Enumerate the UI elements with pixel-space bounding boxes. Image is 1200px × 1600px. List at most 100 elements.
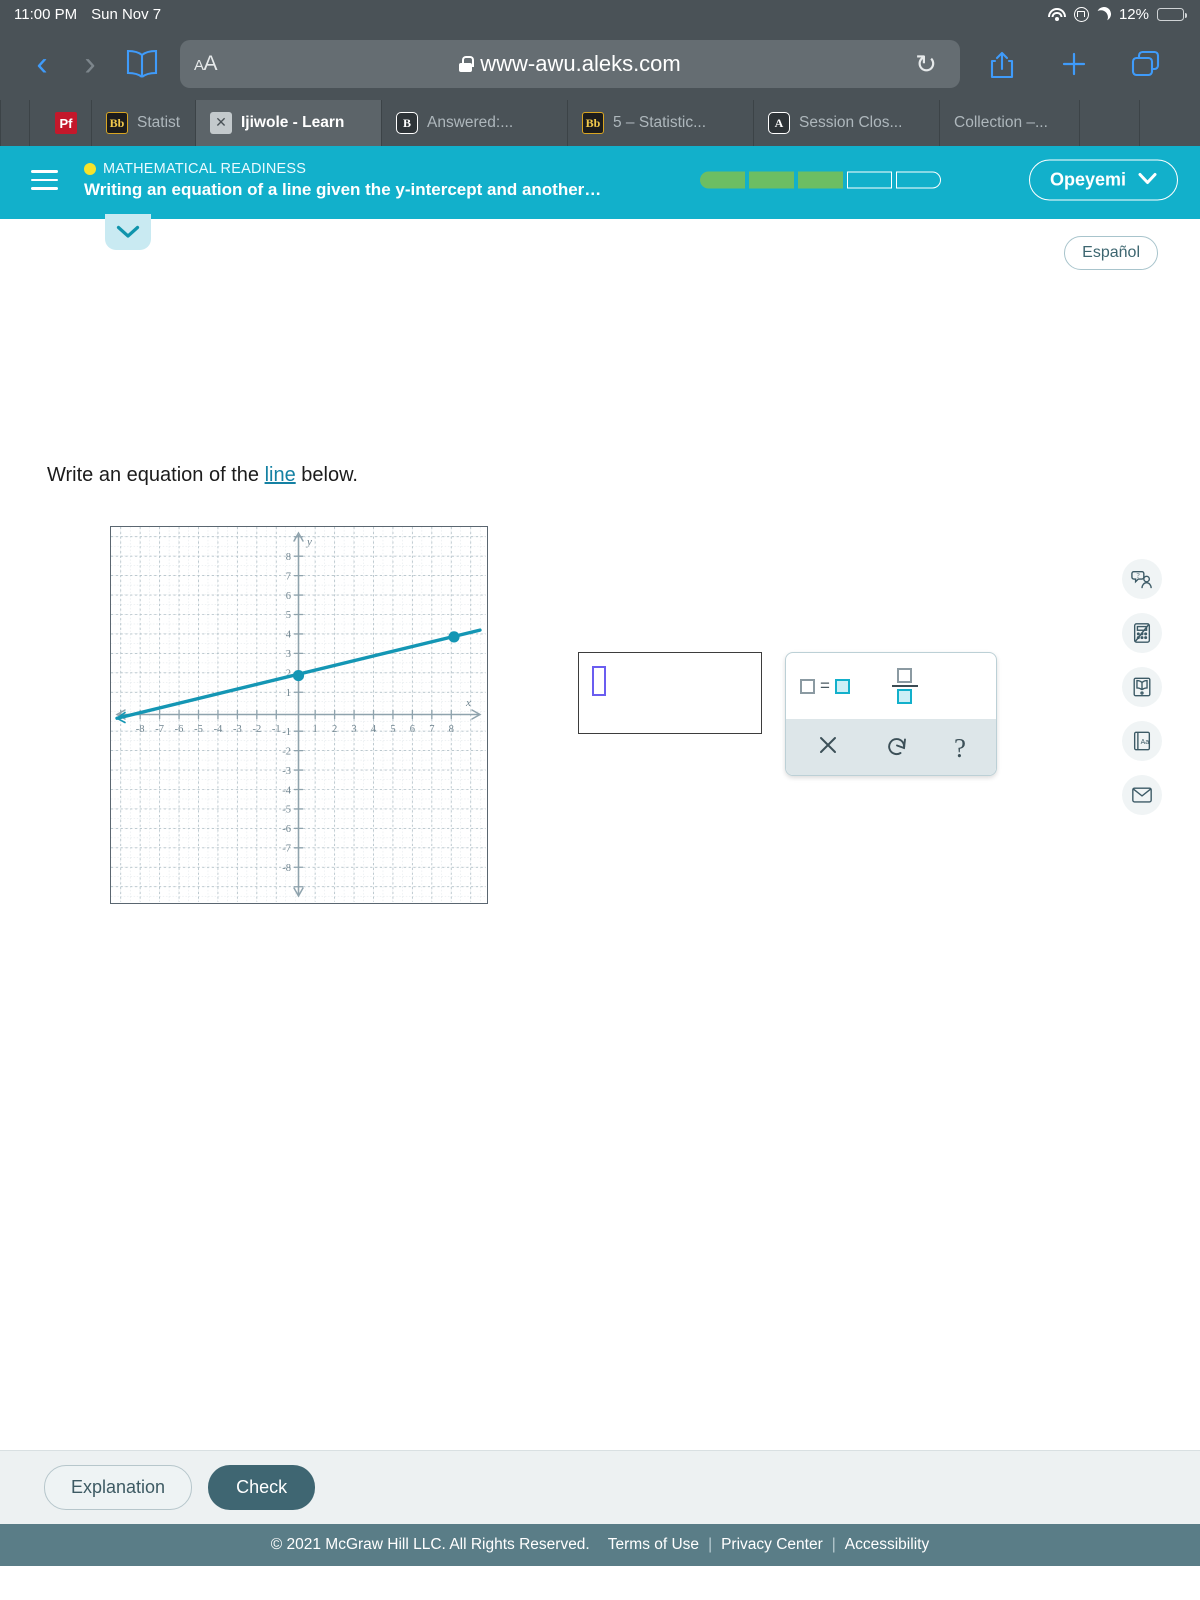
browser-tab-label: Ijiwole - Learn bbox=[241, 114, 345, 131]
svg-text:-8: -8 bbox=[136, 724, 145, 735]
svg-text:1: 1 bbox=[313, 724, 318, 735]
fraction-template-button[interactable] bbox=[891, 668, 918, 704]
point-second bbox=[448, 631, 460, 643]
calculator-disabled-icon[interactable] bbox=[1122, 613, 1162, 653]
browser-tab[interactable]: Collection –... bbox=[939, 100, 1079, 146]
progress-segment bbox=[847, 171, 892, 189]
progress-segment bbox=[749, 171, 794, 189]
svg-text:-3: -3 bbox=[282, 766, 291, 777]
answer-empty-slot[interactable] bbox=[592, 666, 606, 696]
line-glossary-link[interactable]: line bbox=[265, 464, 296, 486]
math-keypad-templates: = bbox=[786, 653, 996, 719]
new-tab-icon[interactable] bbox=[1038, 49, 1110, 79]
svg-text:-7: -7 bbox=[155, 724, 164, 735]
undo-button[interactable] bbox=[884, 732, 910, 765]
progress-bar bbox=[700, 171, 941, 189]
url-bar[interactable]: AA www-awu.aleks.com ↻ bbox=[180, 40, 960, 88]
coordinate-graph: y x -8 -7 -6 -5 -4 -3 -2 -1 123 456 78 876 54… bbox=[110, 526, 488, 904]
chevron-down-icon bbox=[116, 225, 140, 238]
svg-text:8: 8 bbox=[286, 552, 291, 563]
wifi-icon bbox=[1047, 7, 1066, 21]
battery-icon bbox=[1157, 7, 1187, 21]
url-text: www-awu.aleks.com bbox=[480, 51, 681, 76]
point-y-intercept bbox=[292, 670, 305, 682]
svg-text:-2: -2 bbox=[282, 746, 291, 757]
browser-tab[interactable] bbox=[1079, 100, 1139, 146]
answer-input-box[interactable] bbox=[578, 652, 762, 734]
browser-tab-label: Session Clos... bbox=[799, 114, 903, 131]
svg-text:-2: -2 bbox=[252, 724, 261, 735]
share-icon[interactable] bbox=[966, 48, 1038, 80]
browser-tab[interactable]: Pf bbox=[29, 100, 91, 146]
rotation-lock-icon bbox=[1073, 6, 1089, 22]
svg-text:3: 3 bbox=[351, 724, 356, 735]
browser-tab[interactable]: B Answered:... bbox=[381, 100, 567, 146]
math-keypad-palette: = ? bbox=[785, 652, 997, 776]
svg-text:-6: -6 bbox=[282, 824, 291, 835]
message-icon[interactable] bbox=[1122, 775, 1162, 815]
svg-text:7: 7 bbox=[429, 724, 434, 735]
book-icon[interactable] bbox=[114, 49, 170, 79]
chevron-down-icon bbox=[1138, 172, 1157, 189]
explanation-button[interactable]: Explanation bbox=[44, 1465, 193, 1510]
question-prefix: Write an equation of the bbox=[47, 464, 265, 486]
browser-tab[interactable] bbox=[1139, 100, 1200, 146]
aleks-header: MATHEMATICAL READINESS Writing an equati… bbox=[0, 146, 1200, 214]
browser-tab-label: 5 – Statistic... bbox=[613, 114, 707, 131]
forward-icon[interactable]: › bbox=[66, 45, 114, 84]
espanol-button[interactable]: Español bbox=[1064, 236, 1158, 270]
lock-icon bbox=[459, 56, 474, 72]
status-date: Sun Nov 7 bbox=[91, 5, 162, 23]
svg-text:-1: -1 bbox=[272, 724, 281, 735]
math-keypad-actions: ? bbox=[786, 719, 996, 775]
content-area: Español Write an equation of the line be… bbox=[0, 214, 1200, 1450]
reload-icon[interactable]: ↻ bbox=[898, 49, 954, 80]
equation-template-button[interactable]: = bbox=[800, 676, 850, 696]
back-icon[interactable]: ‹ bbox=[18, 45, 66, 84]
x-axis-label: x bbox=[465, 697, 471, 709]
progress-segment bbox=[896, 171, 941, 189]
svg-text:?: ? bbox=[1137, 571, 1140, 580]
favicon-blackboard-icon: Bb bbox=[582, 112, 604, 134]
tabs-overview-icon[interactable] bbox=[1110, 49, 1182, 79]
browser-tab[interactable]: Bb Statist bbox=[91, 100, 195, 146]
url-display: www-awu.aleks.com bbox=[180, 51, 960, 77]
objective-title: Writing an equation of a line given the … bbox=[84, 179, 602, 199]
browser-tab[interactable]: Bb 5 – Statistic... bbox=[567, 100, 753, 146]
svg-text:5: 5 bbox=[390, 724, 395, 735]
progress-segment bbox=[798, 171, 843, 189]
browser-tab-active[interactable]: ✕ Ijiwole - Learn bbox=[195, 100, 381, 146]
favicon-pf-icon: Pf bbox=[55, 112, 77, 134]
accessibility-link[interactable]: Accessibility bbox=[836, 1536, 938, 1554]
status-bar-left: 11:00 PM Sun Nov 7 bbox=[14, 6, 161, 23]
terms-of-use-link[interactable]: Terms of Use bbox=[599, 1536, 708, 1554]
privacy-center-link[interactable]: Privacy Center bbox=[712, 1536, 832, 1554]
hamburger-icon[interactable] bbox=[22, 158, 66, 202]
dictionary-icon[interactable]: Aa bbox=[1122, 721, 1162, 761]
svg-text:-5: -5 bbox=[282, 805, 291, 816]
svg-text:-5: -5 bbox=[194, 724, 203, 735]
svg-text:6: 6 bbox=[410, 724, 415, 735]
header-accent-strip bbox=[0, 214, 1200, 219]
user-menu-button[interactable]: Opeyemi bbox=[1028, 159, 1178, 201]
svg-text:-4: -4 bbox=[214, 724, 223, 735]
ask-question-icon[interactable]: ? bbox=[1122, 559, 1162, 599]
status-time: 11:00 PM bbox=[14, 5, 78, 23]
svg-text:6: 6 bbox=[286, 591, 291, 602]
tab-strip: Pf Bb Statist ✕ Ijiwole - Learn B Answer… bbox=[0, 100, 1200, 146]
ebook-icon[interactable] bbox=[1122, 667, 1162, 707]
browser-tab[interactable]: A Session Clos... bbox=[753, 100, 939, 146]
collapse-panel-button[interactable] bbox=[105, 214, 151, 250]
svg-text:-4: -4 bbox=[282, 785, 291, 796]
graph-svg: y x -8 -7 -6 -5 -4 -3 -2 -1 123 456 78 876 54… bbox=[111, 527, 486, 902]
check-button[interactable]: Check bbox=[208, 1465, 316, 1510]
header-titles: MATHEMATICAL READINESS Writing an equati… bbox=[84, 161, 601, 200]
browser-tab[interactable] bbox=[0, 100, 29, 146]
svg-text:7: 7 bbox=[286, 571, 291, 582]
favicon-b-icon: B bbox=[396, 112, 418, 134]
help-button[interactable]: ? bbox=[954, 733, 966, 764]
copyright-bar: © 2021 McGraw Hill LLC. All Rights Reser… bbox=[0, 1524, 1200, 1566]
favicon-x-icon: ✕ bbox=[210, 112, 232, 134]
clear-button[interactable] bbox=[816, 733, 840, 764]
svg-text:3: 3 bbox=[286, 649, 291, 660]
